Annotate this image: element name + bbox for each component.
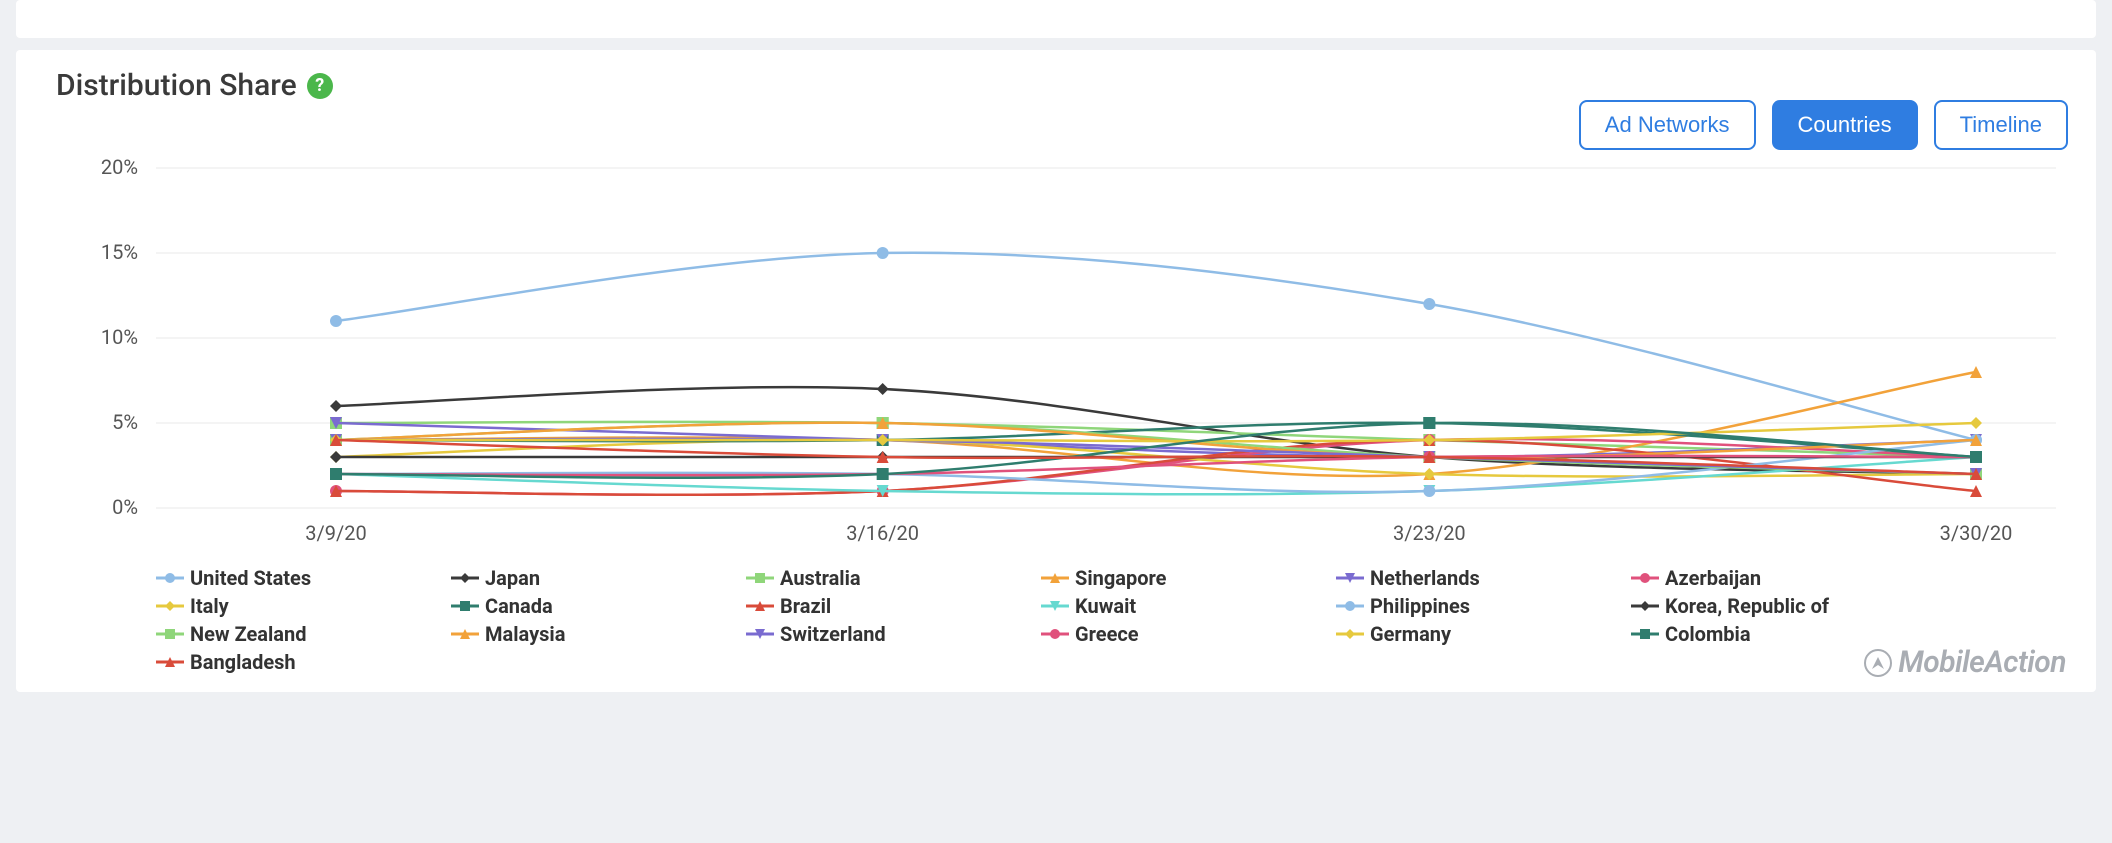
chart-area: 0% 5% 10% 15% 20% 3/9/20 3/16/20 3/23/20 3/30/20… — [56, 158, 2068, 674]
view-toggle-group: Ad Networks Countries Timeline — [1579, 100, 2068, 150]
legend-label: Netherlands — [1370, 566, 1480, 590]
legend-item[interactable]: Germany — [1336, 622, 1621, 646]
legend-item[interactable]: New Zealand — [156, 622, 441, 646]
brand-watermark: MobileAction — [1864, 645, 2066, 680]
svg-text:3/23/20: 3/23/20 — [1393, 521, 1466, 545]
legend-label: Singapore — [1075, 566, 1166, 590]
brand-text: MobileAction — [1898, 645, 2066, 680]
title-wrap: Distribution Share ? — [56, 68, 333, 103]
top-blank-bar — [16, 0, 2096, 38]
legend-item[interactable]: Switzerland — [746, 622, 1031, 646]
legend-item[interactable]: Bangladesh — [156, 650, 441, 674]
svg-text:3/30/20: 3/30/20 — [1940, 521, 2013, 545]
legend-label: Colombia — [1665, 622, 1751, 646]
distribution-share-panel: Distribution Share ? Ad Networks Countri… — [16, 50, 2096, 692]
legend-item[interactable]: Netherlands — [1336, 566, 1621, 590]
legend-label: Brazil — [780, 594, 831, 618]
rocket-icon — [1864, 649, 1892, 677]
legend-label: United States — [190, 566, 311, 590]
svg-text:3/16/20: 3/16/20 — [846, 521, 919, 545]
legend-label: Bangladesh — [190, 650, 296, 674]
countries-button[interactable]: Countries — [1772, 100, 1918, 150]
legend-item[interactable]: Italy — [156, 594, 441, 618]
chart-legend: United States Japan Australia Singapore Neth… — [56, 558, 1956, 674]
legend-label: Kuwait — [1075, 594, 1136, 618]
legend-label: Canada — [485, 594, 553, 618]
legend-label: Switzerland — [780, 622, 886, 646]
legend-item[interactable]: Canada — [451, 594, 736, 618]
legend-label: Korea, Republic of — [1665, 594, 1829, 618]
legend-label: Japan — [485, 566, 540, 590]
timeline-button[interactable]: Timeline — [1934, 100, 2068, 150]
legend-item[interactable]: Japan — [451, 566, 736, 590]
svg-text:10%: 10% — [101, 325, 138, 349]
legend-label: Malaysia — [485, 622, 565, 646]
svg-text:3/9/20: 3/9/20 — [305, 521, 366, 545]
legend-label: Azerbaijan — [1665, 566, 1761, 590]
legend-item[interactable]: Korea, Republic of — [1631, 594, 1916, 618]
legend-label: Italy — [190, 594, 229, 618]
legend-label: Greece — [1075, 622, 1139, 646]
svg-text:20%: 20% — [101, 158, 138, 179]
legend-item[interactable]: Malaysia — [451, 622, 736, 646]
svg-text:15%: 15% — [101, 240, 138, 264]
legend-item[interactable]: Philippines — [1336, 594, 1621, 618]
legend-label: Australia — [780, 566, 861, 590]
ad-networks-button[interactable]: Ad Networks — [1579, 100, 1756, 150]
legend-label: Philippines — [1370, 594, 1470, 618]
legend-item[interactable]: Brazil — [746, 594, 1031, 618]
svg-text:0%: 0% — [112, 495, 138, 519]
legend-item[interactable]: United States — [156, 566, 441, 590]
legend-label: Germany — [1370, 622, 1451, 646]
legend-item[interactable]: Greece — [1041, 622, 1326, 646]
panel-header: Distribution Share ? Ad Networks Countri… — [56, 68, 2068, 150]
legend-item[interactable]: Singapore — [1041, 566, 1326, 590]
help-icon[interactable]: ? — [307, 73, 333, 99]
legend-item[interactable]: Colombia — [1631, 622, 1916, 646]
legend-item[interactable]: Kuwait — [1041, 594, 1326, 618]
legend-label: New Zealand — [190, 622, 306, 646]
line-chart: 0% 5% 10% 15% 20% 3/9/20 3/16/20 3/23/20 3/30/20 — [56, 158, 2096, 558]
legend-item[interactable]: Australia — [746, 566, 1031, 590]
panel-title: Distribution Share — [56, 68, 297, 103]
legend-item[interactable]: Azerbaijan — [1631, 566, 1916, 590]
svg-text:5%: 5% — [112, 410, 138, 434]
